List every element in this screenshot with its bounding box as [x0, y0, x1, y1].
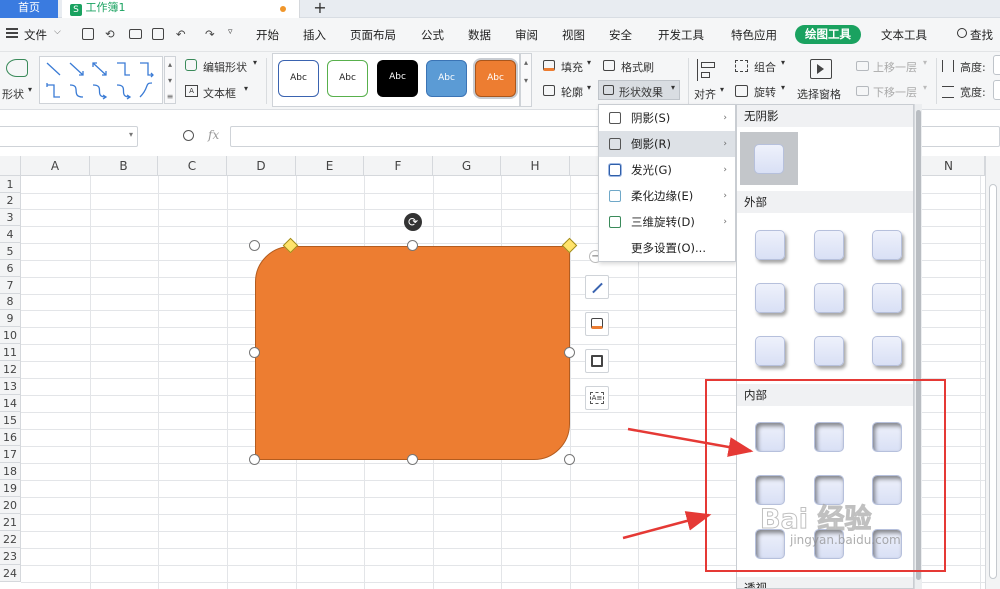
baidu-watermark: Bai 经验: [759, 504, 872, 536]
wps-spreadsheet-window: 首页 S 工作簿1 + 文件 ⌵ ⟲ ↶ ↷ ▿ 开始 插入 页面布局 公式 数…: [0, 0, 1000, 589]
arrow-pointer-icon: [622, 511, 712, 540]
arrow-pointer-icon: [627, 427, 754, 457]
watermark-url: jingyan.baidu.com: [790, 533, 901, 547]
